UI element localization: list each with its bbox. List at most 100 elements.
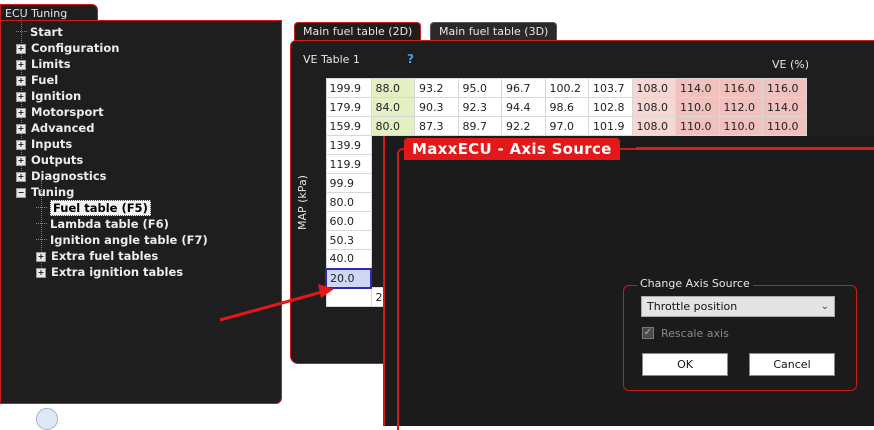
ve-cell[interactable]: 93.2 [414, 78, 459, 98]
ve-cell[interactable]: 92.2 [501, 116, 546, 136]
tree-item[interactable]: + Fuel [16, 73, 58, 88]
map-axis-cell[interactable]: 60.0 [325, 211, 372, 231]
tree-item[interactable]: + Inputs [16, 137, 72, 152]
map-axis-cell[interactable] [325, 287, 372, 307]
tree-item-label: Fuel [31, 73, 59, 87]
expand-icon[interactable]: + [16, 44, 26, 54]
tree-item[interactable]: + Extra ignition tables [36, 265, 183, 280]
ve-cell[interactable]: 110.0 [675, 97, 720, 117]
expand-icon[interactable]: + [16, 76, 26, 86]
tree-item[interactable]: + Configuration [16, 41, 119, 56]
ve-cell[interactable]: 100.2 [544, 78, 589, 98]
tree-item[interactable]: + Advanced [16, 121, 94, 136]
map-axis-cell[interactable]: 139.9 [325, 135, 372, 155]
tree-item-label: Ignition angle table (F7) [50, 233, 208, 247]
cancel-button[interactable]: Cancel [749, 353, 835, 376]
tree-item[interactable]: − Tuning [16, 185, 74, 200]
help-icon[interactable]: ? [407, 52, 414, 66]
tree-item[interactable]: + Limits [16, 57, 71, 72]
tree-item-label: Start [30, 25, 63, 39]
expand-icon[interactable]: + [16, 108, 26, 118]
table-row: 159.9 80.0 87.3 89.7 92.2 97.0 101.9 108.0 110.0… [325, 116, 807, 136]
expand-icon[interactable]: + [16, 172, 26, 182]
tree-item[interactable]: Fuel table (F5) [36, 200, 151, 216]
ve-cell[interactable]: 87.3 [414, 116, 459, 136]
expand-icon[interactable]: + [36, 268, 46, 278]
ve-cell[interactable]: 92.3 [457, 97, 502, 117]
ve-cell[interactable]: 110.0 [762, 116, 807, 136]
tree-item[interactable]: Ignition angle table (F7) [36, 233, 208, 248]
expand-icon[interactable]: + [36, 252, 46, 262]
expand-icon[interactable]: + [16, 60, 26, 70]
map-axis-cell[interactable]: 159.9 [325, 116, 372, 136]
ve-cell[interactable]: 94.4 [501, 97, 546, 117]
ve-axis-label: VE (%) [772, 58, 810, 71]
ve-cell[interactable]: 110.0 [718, 116, 763, 136]
tree-item-label: Motorsport [31, 105, 104, 119]
tree-item[interactable]: + Ignition [16, 89, 81, 104]
ok-button[interactable]: OK [642, 353, 728, 376]
tree-connector [16, 31, 27, 32]
ve-cell[interactable]: 108.0 [631, 97, 676, 117]
map-axis-cell[interactable]: 119.9 [325, 154, 372, 174]
ve-cell[interactable]: 88.0 [370, 78, 415, 98]
map-axis-cell[interactable]: 179.9 [325, 97, 372, 117]
ve-cell[interactable]: 90.3 [414, 97, 459, 117]
expand-icon[interactable]: + [16, 92, 26, 102]
tree-item[interactable]: + Motorsport [16, 105, 104, 120]
tree-connector [36, 207, 47, 208]
expand-icon[interactable]: + [16, 124, 26, 134]
ve-cell[interactable]: 102.8 [588, 97, 633, 117]
tree-item-label: Configuration [31, 41, 120, 55]
tree-item[interactable]: + Extra fuel tables [36, 249, 158, 264]
map-axis-cell[interactable]: 40.0 [325, 249, 372, 269]
title-underline [636, 147, 874, 150]
ve-cell[interactable]: 112.0 [718, 97, 763, 117]
ve-cell[interactable]: 96.7 [501, 78, 546, 98]
tab-main-fuel-table-3d[interactable]: Main fuel table (3D) [430, 22, 558, 41]
collapse-icon[interactable]: − [16, 188, 26, 198]
map-axis-cell[interactable]: 20.0 [325, 267, 372, 289]
expand-icon[interactable]: + [16, 156, 26, 166]
ve-cell[interactable]: 95.0 [457, 78, 502, 98]
ve-cell[interactable]: 114.0 [762, 97, 807, 117]
ve-cell[interactable]: 108.0 [631, 78, 676, 98]
ve-cell[interactable]: 103.7 [588, 78, 633, 98]
map-axis-cell[interactable]: 50.3 [325, 230, 372, 250]
ve-cell[interactable]: 114.0 [675, 78, 720, 98]
tree-item-label: Ignition [31, 89, 82, 103]
axis-source-value: Throttle position [647, 300, 738, 313]
ve-cell[interactable]: 97.0 [544, 116, 589, 136]
ve-cell[interactable]: 101.9 [588, 116, 633, 136]
ve-cell[interactable]: 80.0 [370, 116, 415, 136]
tree-connector [36, 223, 47, 224]
map-axis-cell[interactable]: 199.9 [325, 78, 372, 98]
tree-item[interactable]: + Diagnostics [16, 169, 107, 184]
ve-cell[interactable]: 98.6 [544, 97, 589, 117]
tree-item[interactable]: + Outputs [16, 153, 83, 168]
ve-cell[interactable]: 110.0 [675, 116, 720, 136]
map-axis-cell[interactable]: 80.0 [325, 192, 372, 212]
tree-item-label: Extra ignition tables [51, 265, 184, 279]
tree-item-label: Limits [31, 57, 71, 71]
map-axis-cell[interactable]: 99.9 [325, 173, 372, 193]
expand-icon[interactable]: + [16, 140, 26, 150]
chevron-down-icon: ⌄ [820, 301, 829, 312]
tree-item[interactable]: Lambda table (F6) [36, 217, 169, 232]
tree-item-label: Lambda table (F6) [50, 217, 169, 231]
tree-item[interactable]: Start [16, 25, 63, 40]
table-row: 179.9 84.0 90.3 92.3 94.4 98.6 102.8 108.0 110.0… [325, 97, 807, 117]
ve-cell[interactable]: 116.0 [762, 78, 807, 98]
table-row: 199.9 88.0 93.2 95.0 96.7 100.2 103.7 108.0 114.… [325, 78, 807, 98]
ve-cell[interactable]: 89.7 [457, 116, 502, 136]
rescale-axis-checkbox[interactable]: ✓ [642, 327, 654, 339]
ve-cell[interactable]: 84.0 [370, 97, 415, 117]
tab-main-fuel-table-2d[interactable]: Main fuel table (2D) [294, 22, 422, 41]
axis-source-select[interactable]: Throttle position ⌄ [641, 296, 835, 317]
ve-cell[interactable]: 116.0 [718, 78, 763, 98]
tree-connector [36, 239, 47, 240]
ve-cell[interactable]: 108.0 [631, 116, 676, 136]
tree-item-label: Tuning [31, 185, 75, 199]
status-icon [36, 408, 58, 430]
table-title: VE Table 1 [303, 53, 360, 66]
